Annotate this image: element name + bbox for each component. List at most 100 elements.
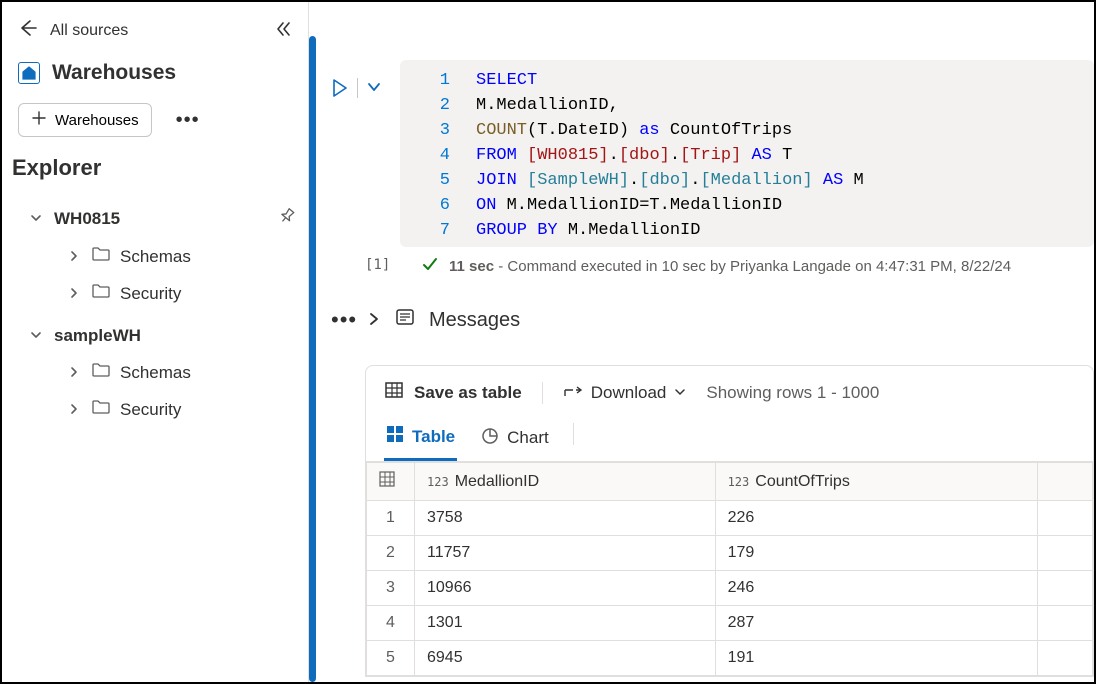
line-number: 6 xyxy=(436,193,450,218)
tree-node-wh0815[interactable]: WH0815 xyxy=(26,199,298,238)
tab-label: Table xyxy=(412,427,455,447)
plus-icon xyxy=(31,110,47,130)
chevron-down-icon xyxy=(28,326,44,346)
tree-node-security[interactable]: Security xyxy=(26,275,298,312)
divider xyxy=(542,382,543,404)
code-text: SELECT xyxy=(476,68,537,93)
row-index: 2 xyxy=(367,536,415,571)
tree-child-label: Schemas xyxy=(120,247,191,267)
save-as-table-button[interactable]: Save as table xyxy=(384,380,522,405)
explorer-title: Explorer xyxy=(12,151,298,199)
active-cell-indicator xyxy=(309,36,316,682)
run-dropdown[interactable] xyxy=(366,79,382,98)
cell-more-menu[interactable]: ••• xyxy=(331,307,357,333)
download-label: Download xyxy=(591,383,667,403)
chevron-right-icon xyxy=(66,284,82,304)
check-icon xyxy=(421,255,439,277)
folder-icon xyxy=(92,399,110,420)
cell: 226 xyxy=(715,501,1038,536)
cell: 246 xyxy=(715,571,1038,606)
add-warehouse-button[interactable]: Warehouses xyxy=(18,103,152,137)
page-title: Warehouses xyxy=(52,61,176,85)
cell: 10966 xyxy=(415,571,716,606)
download-icon xyxy=(563,381,583,404)
table-row[interactable]: 13758226 xyxy=(367,501,1093,536)
tab-label: Chart xyxy=(507,428,549,448)
code-text: JOIN [SampleWH].[dbo].[Medallion] AS M xyxy=(476,168,864,193)
messages-section[interactable]: Messages xyxy=(365,289,1094,351)
cell: 6945 xyxy=(415,641,716,676)
execution-status: 11 sec - Command executed in 10 sec by P… xyxy=(411,247,1094,281)
column-header-empty xyxy=(1038,463,1093,501)
cell: 287 xyxy=(715,606,1038,641)
showing-rows-label: Showing rows 1 - 1000 xyxy=(706,383,879,403)
divider xyxy=(357,78,358,98)
tree-node-schemas[interactable]: Schemas xyxy=(26,238,298,275)
arrow-left-icon xyxy=(18,18,38,43)
tree-node-schemas[interactable]: Schemas xyxy=(26,354,298,391)
collapse-icon[interactable] xyxy=(274,20,292,41)
code-text: ON M.MedallionID=T.MedallionID xyxy=(476,193,782,218)
messages-label: Messages xyxy=(429,309,520,332)
tree-child-label: Security xyxy=(120,284,181,304)
cell-empty xyxy=(1038,641,1093,676)
line-number: 4 xyxy=(436,143,450,168)
folder-icon xyxy=(92,283,110,304)
sidebar: All sources Warehouses Warehouses ••• Ex… xyxy=(2,2,309,682)
cell: 3758 xyxy=(415,501,716,536)
code-text: FROM [WH0815].[dbo].[Trip] AS T xyxy=(476,143,792,168)
table-row[interactable]: 41301287 xyxy=(367,606,1093,641)
tab-table[interactable]: Table xyxy=(384,415,457,461)
table-row[interactable]: 56945191 xyxy=(367,641,1093,676)
more-menu[interactable]: ••• xyxy=(170,105,206,136)
tab-chart[interactable]: Chart xyxy=(479,415,551,461)
table-row[interactable]: 310966246 xyxy=(367,571,1093,606)
column-header-countoftrips[interactable]: 123CountOfTrips xyxy=(715,463,1038,501)
chevron-right-icon xyxy=(367,309,381,332)
cell: 191 xyxy=(715,641,1038,676)
folder-icon xyxy=(92,246,110,267)
tree-node-label: WH0815 xyxy=(54,209,120,229)
line-number: 3 xyxy=(436,118,450,143)
cell-empty xyxy=(1038,606,1093,641)
pin-icon[interactable] xyxy=(278,207,296,230)
run-button[interactable] xyxy=(331,78,349,98)
tree-node-samplewh[interactable]: sampleWH xyxy=(26,318,298,354)
tree-node-security[interactable]: Security xyxy=(26,391,298,428)
status-time: 11 sec xyxy=(449,258,494,275)
divider xyxy=(573,423,574,445)
cell-index: [1] xyxy=(365,247,401,281)
column-header-medallionid[interactable]: 123MedallionID xyxy=(415,463,716,501)
back-all-sources[interactable]: All sources xyxy=(18,18,128,43)
code-text: GROUP BY M.MedallionID xyxy=(476,218,700,243)
tree-child-label: Schemas xyxy=(120,363,191,383)
line-number: 7 xyxy=(436,218,450,243)
cell-empty xyxy=(1038,571,1093,606)
table-header-rownum[interactable] xyxy=(367,463,415,501)
cell-empty xyxy=(1038,536,1093,571)
chevron-down-icon xyxy=(674,383,686,403)
line-number: 2 xyxy=(436,93,450,118)
status-text: - Command executed in 10 sec by Priyanka… xyxy=(494,258,1011,275)
tree-child-label: Security xyxy=(120,400,181,420)
download-button[interactable]: Download xyxy=(563,381,687,404)
line-number: 5 xyxy=(436,168,450,193)
chart-icon xyxy=(481,427,499,450)
tree-node-label: sampleWH xyxy=(54,326,141,346)
cell: 1301 xyxy=(415,606,716,641)
messages-icon xyxy=(395,307,415,333)
table-row[interactable]: 211757179 xyxy=(367,536,1093,571)
table-icon xyxy=(386,425,404,448)
cell-empty xyxy=(1038,501,1093,536)
line-number: 1 xyxy=(436,68,450,93)
warehouse-icon xyxy=(18,62,40,84)
code-text: COUNT(T.DateID) as CountOfTrips xyxy=(476,118,792,143)
chevron-right-icon xyxy=(66,400,82,420)
row-index: 3 xyxy=(367,571,415,606)
chevron-right-icon xyxy=(66,363,82,383)
sql-editor[interactable]: 1SELECT2M.MedallionID,3COUNT(T.DateID) a… xyxy=(400,60,1094,247)
table-icon xyxy=(384,380,404,405)
save-label: Save as table xyxy=(414,383,522,403)
main-content: 1SELECT2M.MedallionID,3COUNT(T.DateID) a… xyxy=(309,2,1094,682)
results-table: 123MedallionID 123CountOfTrips 137582262… xyxy=(366,462,1093,676)
